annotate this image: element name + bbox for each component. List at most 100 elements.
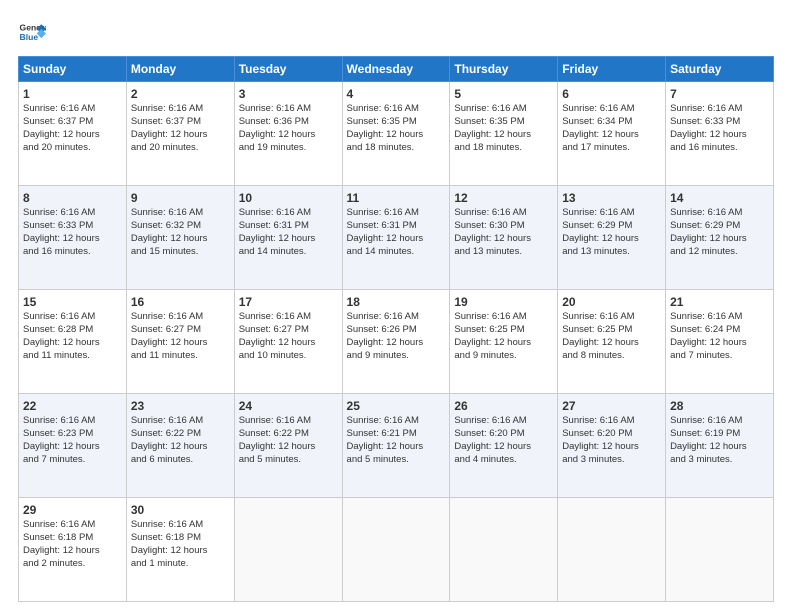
day-info-line: Daylight: 12 hours bbox=[239, 441, 338, 454]
day-number: 4 bbox=[347, 86, 446, 102]
calendar-cell: 23Sunrise: 6:16 AMSunset: 6:22 PMDayligh… bbox=[126, 394, 234, 498]
day-info-line: Sunrise: 6:16 AM bbox=[23, 415, 122, 428]
day-info-line: Sunrise: 6:16 AM bbox=[239, 415, 338, 428]
day-info-line: and 19 minutes. bbox=[239, 142, 338, 155]
col-header-wednesday: Wednesday bbox=[342, 57, 450, 82]
day-number: 22 bbox=[23, 398, 122, 414]
day-info-line: and 7 minutes. bbox=[23, 454, 122, 467]
day-info-line: Daylight: 12 hours bbox=[562, 441, 661, 454]
calendar-cell bbox=[558, 498, 666, 602]
day-info-line: Sunset: 6:32 PM bbox=[131, 220, 230, 233]
calendar-cell: 28Sunrise: 6:16 AMSunset: 6:19 PMDayligh… bbox=[666, 394, 774, 498]
day-info-line: Daylight: 12 hours bbox=[347, 441, 446, 454]
day-info-line: Sunset: 6:29 PM bbox=[562, 220, 661, 233]
day-info-line: Daylight: 12 hours bbox=[454, 337, 553, 350]
day-info-line: Sunrise: 6:16 AM bbox=[454, 415, 553, 428]
day-info-line: and 18 minutes. bbox=[454, 142, 553, 155]
svg-text:Blue: Blue bbox=[20, 32, 39, 42]
day-info-line: Daylight: 12 hours bbox=[454, 233, 553, 246]
day-number: 10 bbox=[239, 190, 338, 206]
day-number: 24 bbox=[239, 398, 338, 414]
calendar-cell: 26Sunrise: 6:16 AMSunset: 6:20 PMDayligh… bbox=[450, 394, 558, 498]
day-info-line: Sunset: 6:37 PM bbox=[23, 116, 122, 129]
day-number: 30 bbox=[131, 502, 230, 518]
day-info-line: Daylight: 12 hours bbox=[562, 129, 661, 142]
day-info-line: and 10 minutes. bbox=[239, 350, 338, 363]
day-info-line: and 6 minutes. bbox=[131, 454, 230, 467]
day-number: 14 bbox=[670, 190, 769, 206]
calendar-cell: 21Sunrise: 6:16 AMSunset: 6:24 PMDayligh… bbox=[666, 290, 774, 394]
day-number: 7 bbox=[670, 86, 769, 102]
day-number: 28 bbox=[670, 398, 769, 414]
week-row-3: 15Sunrise: 6:16 AMSunset: 6:28 PMDayligh… bbox=[19, 290, 774, 394]
day-info-line: Sunset: 6:25 PM bbox=[562, 324, 661, 337]
day-info-line: and 11 minutes. bbox=[23, 350, 122, 363]
calendar-cell: 2Sunrise: 6:16 AMSunset: 6:37 PMDaylight… bbox=[126, 82, 234, 186]
calendar-cell: 7Sunrise: 6:16 AMSunset: 6:33 PMDaylight… bbox=[666, 82, 774, 186]
week-row-1: 1Sunrise: 6:16 AMSunset: 6:37 PMDaylight… bbox=[19, 82, 774, 186]
calendar-cell: 12Sunrise: 6:16 AMSunset: 6:30 PMDayligh… bbox=[450, 186, 558, 290]
day-info-line: Sunrise: 6:16 AM bbox=[562, 415, 661, 428]
day-info-line: Sunrise: 6:16 AM bbox=[347, 207, 446, 220]
day-info-line: Sunset: 6:35 PM bbox=[347, 116, 446, 129]
day-info-line: Sunset: 6:19 PM bbox=[670, 428, 769, 441]
day-info-line: Daylight: 12 hours bbox=[23, 337, 122, 350]
day-info-line: Sunrise: 6:16 AM bbox=[347, 415, 446, 428]
day-info-line: Daylight: 12 hours bbox=[23, 441, 122, 454]
calendar-cell: 11Sunrise: 6:16 AMSunset: 6:31 PMDayligh… bbox=[342, 186, 450, 290]
day-info-line: Sunrise: 6:16 AM bbox=[562, 207, 661, 220]
day-info-line: and 3 minutes. bbox=[562, 454, 661, 467]
day-info-line: and 9 minutes. bbox=[347, 350, 446, 363]
day-number: 6 bbox=[562, 86, 661, 102]
calendar-cell: 30Sunrise: 6:16 AMSunset: 6:18 PMDayligh… bbox=[126, 498, 234, 602]
day-info-line: and 9 minutes. bbox=[454, 350, 553, 363]
calendar-cell: 10Sunrise: 6:16 AMSunset: 6:31 PMDayligh… bbox=[234, 186, 342, 290]
day-info-line: Sunrise: 6:16 AM bbox=[23, 207, 122, 220]
day-info-line: Sunrise: 6:16 AM bbox=[131, 311, 230, 324]
day-info-line: Sunrise: 6:16 AM bbox=[131, 415, 230, 428]
day-info-line: Sunset: 6:20 PM bbox=[562, 428, 661, 441]
calendar-table: SundayMondayTuesdayWednesdayThursdayFrid… bbox=[18, 56, 774, 602]
day-info-line: Sunset: 6:33 PM bbox=[23, 220, 122, 233]
day-number: 20 bbox=[562, 294, 661, 310]
day-info-line: Sunrise: 6:16 AM bbox=[562, 103, 661, 116]
calendar-cell bbox=[450, 498, 558, 602]
day-number: 18 bbox=[347, 294, 446, 310]
day-number: 2 bbox=[131, 86, 230, 102]
day-info-line: Sunset: 6:20 PM bbox=[454, 428, 553, 441]
day-number: 12 bbox=[454, 190, 553, 206]
day-info-line: and 17 minutes. bbox=[562, 142, 661, 155]
day-info-line: Sunset: 6:25 PM bbox=[454, 324, 553, 337]
calendar-cell: 18Sunrise: 6:16 AMSunset: 6:26 PMDayligh… bbox=[342, 290, 450, 394]
day-info-line: and 13 minutes. bbox=[454, 246, 553, 259]
day-info-line: Sunset: 6:27 PM bbox=[239, 324, 338, 337]
day-info-line: Sunrise: 6:16 AM bbox=[670, 207, 769, 220]
header: General Blue bbox=[18, 18, 774, 46]
day-info-line: Sunset: 6:33 PM bbox=[670, 116, 769, 129]
calendar-cell: 17Sunrise: 6:16 AMSunset: 6:27 PMDayligh… bbox=[234, 290, 342, 394]
day-info-line: Daylight: 12 hours bbox=[562, 233, 661, 246]
day-info-line: Sunset: 6:34 PM bbox=[562, 116, 661, 129]
calendar-cell: 29Sunrise: 6:16 AMSunset: 6:18 PMDayligh… bbox=[19, 498, 127, 602]
calendar-cell: 3Sunrise: 6:16 AMSunset: 6:36 PMDaylight… bbox=[234, 82, 342, 186]
calendar-cell: 15Sunrise: 6:16 AMSunset: 6:28 PMDayligh… bbox=[19, 290, 127, 394]
calendar-cell: 20Sunrise: 6:16 AMSunset: 6:25 PMDayligh… bbox=[558, 290, 666, 394]
day-info-line: Daylight: 12 hours bbox=[239, 233, 338, 246]
day-info-line: Sunrise: 6:16 AM bbox=[454, 207, 553, 220]
day-number: 25 bbox=[347, 398, 446, 414]
day-number: 23 bbox=[131, 398, 230, 414]
day-info-line: Sunset: 6:30 PM bbox=[454, 220, 553, 233]
day-info-line: Sunset: 6:31 PM bbox=[347, 220, 446, 233]
day-info-line: Sunset: 6:23 PM bbox=[23, 428, 122, 441]
day-info-line: and 1 minute. bbox=[131, 558, 230, 571]
day-info-line: Sunrise: 6:16 AM bbox=[454, 311, 553, 324]
day-info-line: Sunrise: 6:16 AM bbox=[131, 519, 230, 532]
col-header-thursday: Thursday bbox=[450, 57, 558, 82]
day-info-line: Sunset: 6:36 PM bbox=[239, 116, 338, 129]
day-number: 21 bbox=[670, 294, 769, 310]
day-number: 29 bbox=[23, 502, 122, 518]
calendar-cell bbox=[234, 498, 342, 602]
day-number: 9 bbox=[131, 190, 230, 206]
calendar-cell: 16Sunrise: 6:16 AMSunset: 6:27 PMDayligh… bbox=[126, 290, 234, 394]
calendar-cell: 14Sunrise: 6:16 AMSunset: 6:29 PMDayligh… bbox=[666, 186, 774, 290]
